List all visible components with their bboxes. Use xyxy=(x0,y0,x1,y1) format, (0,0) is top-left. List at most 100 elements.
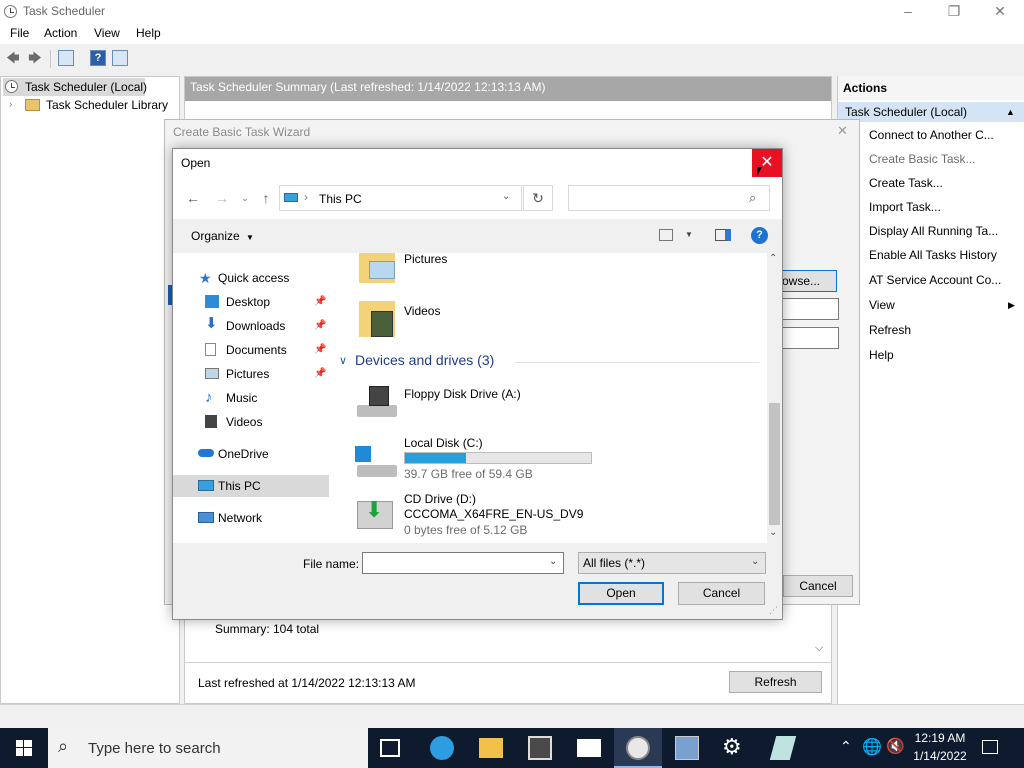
folder-label-pictures: Pictures xyxy=(404,252,448,266)
drive-item-local-disk[interactable] xyxy=(353,441,399,483)
action-center-notification-icon[interactable] xyxy=(982,740,998,754)
wizard-arguments-field[interactable] xyxy=(775,327,839,349)
file-name-input[interactable]: ⌄ xyxy=(362,552,564,574)
nav-quick-access[interactable]: ★ Quick access xyxy=(173,267,329,289)
taskbar-date[interactable]: 1/14/2022 xyxy=(913,749,967,763)
file-type-select[interactable]: All files (*.*) ⌄ xyxy=(578,552,766,574)
file-name-dropdown-icon[interactable]: ⌄ xyxy=(549,556,557,567)
nav-this-pc[interactable]: This PC xyxy=(173,475,329,497)
task-scheduler-taskbar-button[interactable] xyxy=(614,728,662,768)
nav-downloads[interactable]: ⬇ Downloads 📌 xyxy=(173,315,329,337)
restore-button[interactable]: ❐ xyxy=(931,0,977,24)
address-dropdown-icon[interactable]: ⌄ xyxy=(502,191,510,202)
help-icon[interactable]: ? xyxy=(90,50,106,66)
address-field[interactable]: › This PC ⌄ xyxy=(279,185,522,211)
nav-network[interactable]: Network xyxy=(173,507,329,529)
view-options-chevron-icon[interactable]: ▼ xyxy=(685,230,693,239)
volume-muted-icon[interactable]: 🔇 xyxy=(886,737,905,755)
taskbar-time[interactable]: 12:19 AM xyxy=(913,731,967,745)
taskbar-search-box[interactable]: ⌕ Type here to search xyxy=(48,728,368,768)
open-button[interactable]: Open xyxy=(578,582,664,605)
minimize-button[interactable]: – xyxy=(885,0,931,24)
scrollbar-thumb[interactable] xyxy=(769,403,780,525)
search-icon[interactable]: ⌕ xyxy=(749,190,756,206)
change-view-icon[interactable] xyxy=(659,229,673,241)
nav-videos[interactable]: Videos xyxy=(173,411,329,433)
show-hidden-icons-chevron[interactable]: ⌃ xyxy=(840,738,852,755)
microsoft-store-icon[interactable] xyxy=(528,736,552,760)
file-type-dropdown-icon[interactable]: ⌄ xyxy=(751,556,759,567)
mail-icon[interactable] xyxy=(577,739,601,757)
file-explorer-icon[interactable] xyxy=(479,738,503,758)
drive-item-cd[interactable]: ⬇ xyxy=(355,493,399,537)
task-scheduler-icon xyxy=(4,5,17,18)
open-dialog-title-bar: Open ✕ xyxy=(173,149,782,179)
wizard-program-field[interactable] xyxy=(775,298,839,320)
network-globe-icon[interactable]: 🌐 xyxy=(862,737,882,757)
chevron-right-icon[interactable]: › xyxy=(9,96,12,114)
menu-view[interactable]: View xyxy=(94,26,120,40)
forward-arrow-icon[interactable]: → xyxy=(213,189,231,207)
show-hide-console-tree-icon[interactable] xyxy=(58,50,74,66)
nav-documents[interactable]: Documents 📌 xyxy=(173,339,329,361)
wizard-cancel-button[interactable]: Cancel xyxy=(783,575,853,597)
open-dialog-footer: File name: ⌄ All files (*.*) ⌄ Open Canc… xyxy=(173,543,782,619)
wizard-close-icon[interactable]: ✕ xyxy=(837,123,848,139)
pin-icon: 📌 xyxy=(314,320,327,331)
recent-locations-chevron-icon[interactable]: ⌄ xyxy=(236,189,254,207)
action-import-task[interactable]: Import Task... xyxy=(869,197,941,217)
pin-icon: 📌 xyxy=(314,368,327,379)
clock-icon xyxy=(626,736,650,760)
scroll-down-icon[interactable]: ⌄ xyxy=(769,527,777,538)
tree-item-task-scheduler-local[interactable]: Task Scheduler (Local) xyxy=(3,78,147,96)
action-help[interactable]: Help xyxy=(869,345,894,365)
collapse-up-icon[interactable]: ▲ xyxy=(1006,102,1015,122)
action-create-basic-task[interactable]: Create Basic Task... xyxy=(869,149,976,169)
file-list-scrollbar[interactable]: ⌃ ⌄ xyxy=(767,253,782,543)
refresh-icon[interactable]: ↻ xyxy=(523,185,553,211)
action-refresh[interactable]: Refresh xyxy=(869,320,911,340)
actions-section-task-scheduler-local[interactable]: Task Scheduler (Local) ▲ xyxy=(838,102,1024,122)
up-arrow-icon[interactable]: ↑ xyxy=(257,189,275,207)
action-connect-another-computer[interactable]: Connect to Another C... xyxy=(869,125,994,145)
group-collapse-icon[interactable]: ∨ xyxy=(339,354,347,367)
drive-usage-bar xyxy=(404,452,592,464)
action-enable-tasks-history[interactable]: Enable All Tasks History xyxy=(869,245,997,265)
resize-grip-icon[interactable]: ⋰ xyxy=(769,605,778,616)
scroll-down-icon[interactable]: ⌵ xyxy=(815,642,823,655)
cancel-button[interactable]: Cancel xyxy=(678,582,765,605)
action-view[interactable]: View xyxy=(869,295,895,315)
forward-arrow-icon[interactable]: 🡆 xyxy=(26,49,44,67)
server-manager-icon[interactable] xyxy=(675,736,699,760)
back-arrow-icon[interactable]: 🡄 xyxy=(4,49,22,67)
nav-pictures[interactable]: Pictures 📌 xyxy=(173,363,329,385)
action-at-service-account[interactable]: AT Service Account Co... xyxy=(869,270,1001,290)
action-display-running-tasks[interactable]: Display All Running Ta... xyxy=(869,221,998,241)
open-file-dialog: Open ✕ ← → ⌄ ↑ › This PC ⌄ ↻ ⌕ Organize … xyxy=(172,148,783,620)
close-button[interactable]: ✕ xyxy=(977,0,1023,24)
back-arrow-icon[interactable]: ← xyxy=(184,189,202,207)
edge-browser-icon[interactable] xyxy=(430,736,454,760)
settings-gear-icon[interactable]: ⚙ xyxy=(722,734,742,760)
nav-desktop[interactable]: Desktop 📌 xyxy=(173,291,329,313)
menu-action[interactable]: Action xyxy=(44,26,77,40)
nav-music[interactable]: ♪ Music xyxy=(173,387,329,409)
show-hide-action-pane-icon[interactable] xyxy=(112,50,128,66)
start-windows-icon[interactable] xyxy=(16,740,32,756)
action-create-task[interactable]: Create Task... xyxy=(869,173,943,193)
search-box[interactable]: ⌕ xyxy=(568,185,770,211)
menu-help[interactable]: Help xyxy=(136,26,161,40)
organize-button[interactable]: Organize ▼ xyxy=(191,229,254,243)
task-view-icon[interactable] xyxy=(380,739,400,757)
nav-onedrive[interactable]: OneDrive xyxy=(173,443,329,465)
summary-refresh-button[interactable]: Refresh xyxy=(729,671,822,693)
preview-pane-icon[interactable] xyxy=(715,229,731,241)
scroll-up-icon[interactable]: ⌃ xyxy=(769,253,777,264)
floppy-disk-icon xyxy=(369,386,389,406)
drive-item-floppy[interactable] xyxy=(353,383,399,423)
menu-file[interactable]: File xyxy=(10,26,29,40)
notepad-icon[interactable] xyxy=(769,736,797,760)
help-icon[interactable]: ? xyxy=(751,227,768,244)
folder-item-videos[interactable] xyxy=(359,301,399,341)
folder-item-pictures[interactable] xyxy=(359,253,399,289)
